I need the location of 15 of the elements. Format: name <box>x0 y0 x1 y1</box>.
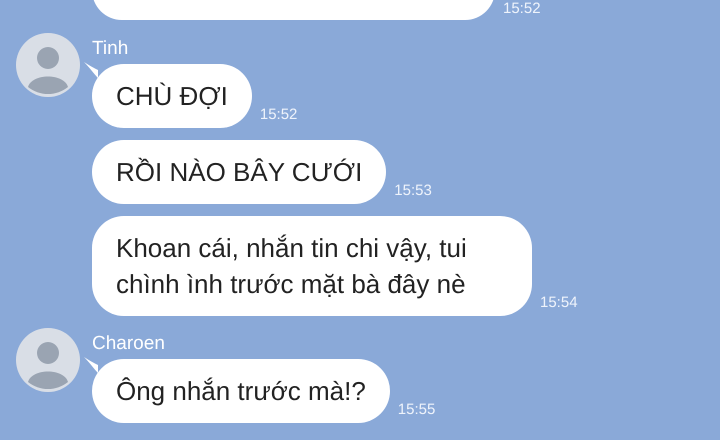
message-bubble: CHÙ ĐỢI <box>92 64 252 128</box>
message-time: 15:52 <box>503 0 541 18</box>
bubble-tail <box>84 62 98 78</box>
sender-name: Tinh <box>92 37 128 61</box>
avatar-icon[interactable] <box>16 328 80 392</box>
message-time: 15:53 <box>394 182 432 200</box>
message-bubble: Khoan cái, nhắn tin chi vậy, tui chình ình trước mặt bà đây nè <box>92 216 532 316</box>
bubble-tail <box>84 357 98 373</box>
message-time: 15:52 <box>260 106 298 124</box>
sender-name: Charoen <box>92 332 165 356</box>
message-bubble: RỒI NÀO BÂY CƯỚI <box>92 140 386 204</box>
avatar-icon[interactable] <box>16 33 80 97</box>
message-time: 15:55 <box>398 401 436 419</box>
message-time: 15:54 <box>540 294 578 312</box>
message-bubble: Ông nhắn trước mà!? <box>92 359 390 423</box>
